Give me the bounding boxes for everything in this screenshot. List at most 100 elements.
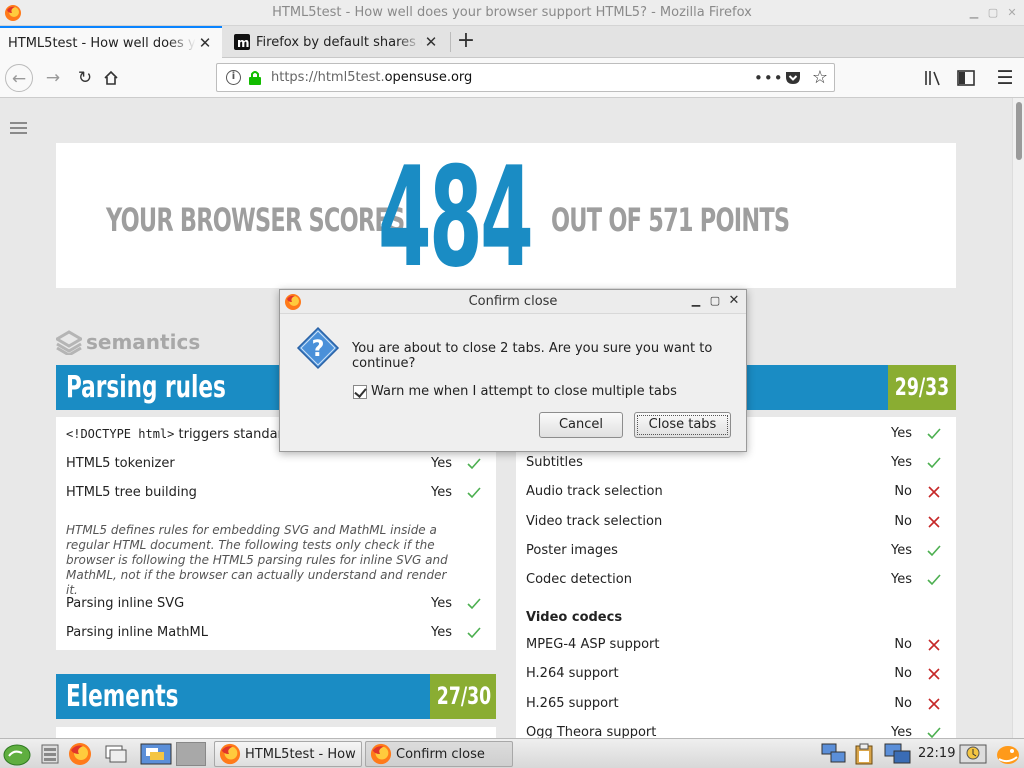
cross-icon [928,639,940,651]
home-icon[interactable] [103,70,119,86]
window-list-icon[interactable] [104,742,128,766]
check-icon [927,727,941,738]
cross-icon [928,698,940,710]
file-manager-icon[interactable] [38,742,62,766]
scrollbar-thumb[interactable] [1016,102,1022,160]
check-icon [927,457,941,469]
question-icon: ? [296,326,340,370]
score-suffix: OUT OF 571 POINTS [551,201,790,239]
elements-header: Elements 27/30 [56,674,496,719]
url-bar[interactable]: i https://html5test.opensuse.org ••• ☆ [216,63,835,92]
category-heading: semantics [56,329,200,355]
test-row: MPEG-4 ASP support No [526,637,946,657]
maximize-icon[interactable]: ▢ [985,5,1001,21]
test-row: Parsing inline SVG Yes [66,596,486,616]
gecko-icon[interactable] [994,742,1022,766]
taskbar-task-firefox[interactable]: HTML5test - How ... [214,741,362,767]
firefox-icon [370,743,392,765]
tab-strip: HTML5test - How well does your browser s… [0,26,1024,58]
check-icon [467,458,481,470]
score-prefix: YOUR BROWSER SCORES [106,201,405,239]
close-window-icon[interactable]: ✕ [1004,5,1020,21]
close-tabs-button[interactable]: Close tabs [634,412,731,438]
minimize-icon[interactable]: ▁ [688,293,704,309]
section-score: 27/30 [430,674,496,719]
close-dialog-icon[interactable]: ✕ [726,293,742,309]
workspace-1-icon[interactable] [140,742,172,766]
taskbar-task-confirm[interactable]: Confirm close [365,741,513,767]
menu-icon[interactable]: ☰ [991,64,1019,92]
section-note: HTML5 defines rules for embedding SVG an… [66,523,448,597]
tab-label: Firefox by default shares data [256,34,422,50]
layers-icon [56,330,82,355]
test-row: HTML5 tree building Yes [66,485,486,505]
cross-icon [928,516,940,528]
display-icon[interactable] [884,742,912,766]
test-row: Audio track selection No [526,484,946,504]
site-info-icon[interactable]: i [226,70,241,85]
confirm-close-dialog: Confirm close ▁ ▢ ✕ ? You are about to c… [279,289,747,452]
new-tab-icon[interactable]: + [452,26,480,58]
close-tab-icon[interactable]: ✕ [422,33,440,51]
sidebar-icon[interactable] [957,70,975,86]
section-score: 29/33 [888,365,956,410]
tab-firefox-data[interactable]: m Firefox by default shares data ✕ [226,26,448,58]
close-tab-icon[interactable]: ✕ [196,34,214,52]
back-arrow-icon[interactable]: ← [5,64,33,92]
test-row: Poster images Yes [526,543,946,563]
pocket-icon[interactable] [783,68,803,88]
forward-arrow-icon[interactable]: → [39,64,67,92]
bookmark-star-icon[interactable]: ☆ [810,68,830,88]
page-scrollbar[interactable] [1012,98,1024,738]
screenshot-tool-icon[interactable] [958,742,988,766]
tab-separator [450,32,451,52]
test-row: Subtitles Yes [526,455,946,475]
clipboard-icon[interactable] [852,742,876,766]
section-title: Parsing rules [66,370,226,405]
tab-html5test[interactable]: HTML5test - How well does your browser s… [0,26,222,58]
cancel-button[interactable]: Cancel [539,412,623,438]
firefox-launcher-icon[interactable] [68,742,92,766]
lock-icon [249,71,261,85]
svg-text:m: m [237,36,250,50]
warn-checkbox[interactable] [353,384,367,399]
opensuse-menu-icon[interactable] [2,742,32,766]
video-panel: Yes Subtitles Yes Audio track selection … [516,417,956,738]
check-icon [467,627,481,639]
cross-icon [928,668,940,680]
test-row: Parsing inline MathML Yes [66,625,486,645]
tab-label: HTML5test - How well does your browser s… [8,35,196,51]
check-icon [467,487,481,499]
dialog-titlebar: Confirm close ▁ ▢ ✕ [280,290,746,314]
workspace-2-icon[interactable] [176,742,206,766]
group-heading: Video codecs [526,610,623,625]
test-row: HTML5 tokenizer Yes [66,456,486,476]
test-row: H.264 support No [526,666,946,686]
navigation-toolbar: ← → ↻ i https://html5test.opensuse.org •… [0,58,1024,98]
dialog-title: Confirm close [468,294,558,309]
library-icon[interactable] [924,70,942,86]
check-icon [927,574,941,586]
site-favicon-icon: m [234,34,250,50]
page-actions-icon[interactable]: ••• [754,68,783,88]
window-title: HTML5test - How well does your browser s… [272,5,752,20]
url-text: https://html5test.opensuse.org [271,70,473,85]
score-banner: YOUR BROWSER SCORES 484 OUT OF 571 POINT… [56,137,956,298]
score-value: 484 [378,137,534,298]
checkbox-label: Warn me when I attempt to close multiple… [371,384,677,399]
dialog-message: You are about to close 2 tabs. Are you s… [352,341,713,371]
reload-icon[interactable]: ↻ [71,64,99,92]
test-row: Video track selection No [526,514,946,534]
network-icon[interactable] [820,742,848,766]
warn-checkbox-row[interactable]: Warn me when I attempt to close multiple… [353,384,677,399]
minimize-icon[interactable]: ▁ [966,5,982,21]
firefox-icon [219,743,241,765]
site-menu-icon[interactable] [10,122,27,137]
test-row: H.265 support No [526,696,946,716]
taskbar: HTML5test - How ... Confirm close 22:19 [0,738,1024,768]
section-title: Elements [66,679,179,714]
svg-text:?: ? [312,337,325,362]
maximize-icon[interactable]: ▢ [707,293,723,309]
test-row: Codec detection Yes [526,572,946,592]
clock: 22:19 [918,746,956,761]
